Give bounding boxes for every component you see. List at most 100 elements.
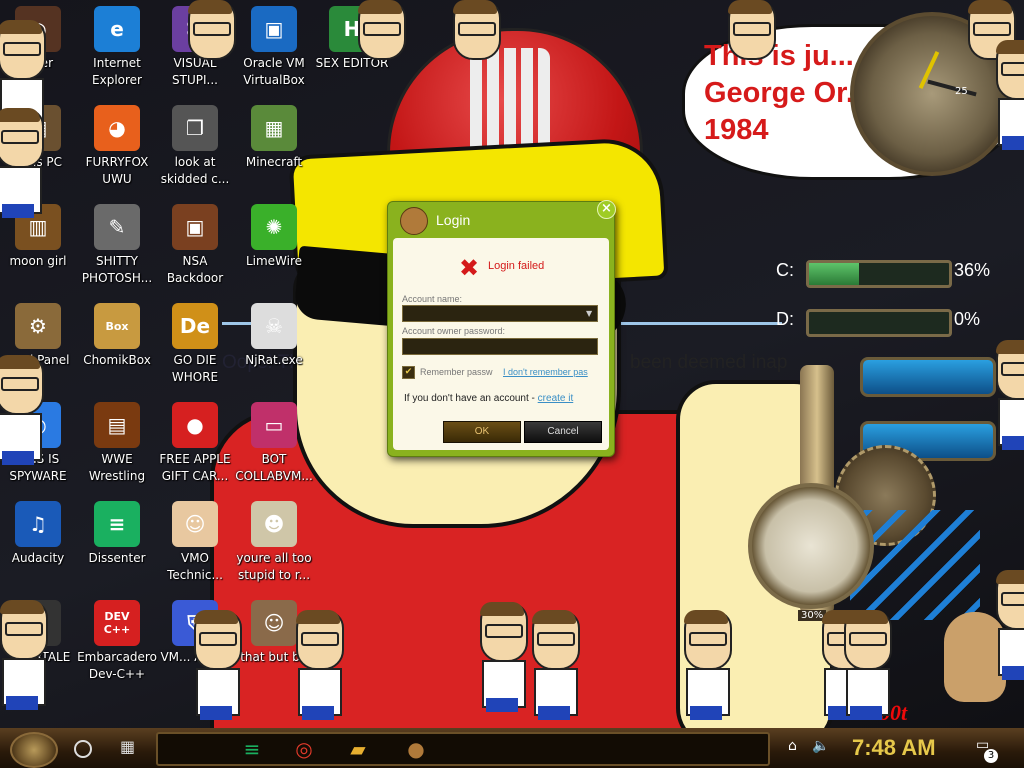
sticker-pants bbox=[690, 706, 722, 720]
sticker-hair bbox=[0, 600, 44, 614]
desktop-icon[interactable]: ☺ VMO Technic... bbox=[153, 497, 237, 589]
desktop-icon[interactable]: e Internet Explorer bbox=[75, 2, 159, 94]
sticker-hair bbox=[532, 610, 576, 624]
sticker-hair bbox=[728, 0, 772, 14]
sticker-glasses bbox=[193, 22, 231, 36]
login-body: ✖ Login failed Account name: ▼ Account o… bbox=[393, 238, 609, 450]
folder-icon[interactable]: ▰ bbox=[344, 737, 372, 761]
pipe-horizontal bbox=[860, 357, 996, 397]
hank-sticker bbox=[472, 602, 532, 712]
create-account-link[interactable]: create it bbox=[538, 393, 574, 404]
desktop-icon-label: Internet Explorer bbox=[92, 56, 142, 87]
hank-sticker bbox=[180, 0, 236, 60]
sticker-glasses bbox=[1001, 592, 1024, 606]
forgot-password-link[interactable]: I don't remember pas bbox=[503, 367, 601, 377]
desktop-icon[interactable]: ◕ FURRYFOX UWU bbox=[75, 101, 159, 193]
dissenter-icon[interactable]: ≡ bbox=[238, 737, 266, 761]
cancel-button[interactable]: Cancel bbox=[524, 421, 602, 443]
desktop-icon[interactable]: De GO DIE WHORE bbox=[153, 299, 237, 391]
sticker-pants bbox=[2, 204, 34, 218]
apple-icon: ● bbox=[172, 402, 218, 448]
chrome-icon[interactable]: ◎ bbox=[290, 737, 318, 761]
hank-sticker bbox=[186, 610, 246, 720]
desktop-icon[interactable]: ▭ BOT COLLABVM... bbox=[232, 398, 316, 490]
desktop-icon-label: moon girl bbox=[9, 254, 67, 268]
desktop-icon-label: Embarcadero Dev-C++ bbox=[77, 650, 157, 681]
desktop-icon[interactable]: ☠ NjRat.exe bbox=[232, 299, 316, 391]
desktop-icon[interactable]: DEV C++ Embarcadero Dev-C++ bbox=[75, 596, 159, 688]
login-dialog: Login × ✖ Login failed Account name: ▼ A… bbox=[387, 200, 616, 457]
sticker-pants bbox=[1002, 136, 1024, 150]
desktop-icon[interactable]: ▣ Oracle VM VirtualBox bbox=[232, 2, 316, 94]
desktop-icon[interactable]: ≡ Dissenter bbox=[75, 497, 159, 589]
hank-sticker bbox=[988, 570, 1024, 680]
portrait-icon: ☻ bbox=[251, 501, 297, 547]
desktop-icon-label: BOT COLLABVM... bbox=[235, 452, 313, 483]
sticker-glasses bbox=[301, 632, 339, 646]
volume-muted-icon[interactable]: 🔈 bbox=[812, 738, 829, 754]
desktop-icon-label: Dissenter bbox=[88, 551, 146, 565]
drive-bar-fill bbox=[809, 263, 860, 285]
desktop-icon[interactable]: ✎ SHITTY PHOTOSH... bbox=[75, 200, 159, 292]
desktop-icon[interactable]: ● FREE APPLE GIFT CAR... bbox=[153, 398, 237, 490]
taskbar-clock[interactable]: 7:48 AM bbox=[852, 735, 936, 761]
sticker-glasses bbox=[1001, 362, 1024, 376]
desktop-icon-label: FREE APPLE GIFT CAR... bbox=[159, 452, 231, 483]
desktop-icon-label: Minecraft bbox=[245, 155, 303, 169]
login-titlebar[interactable]: Login bbox=[388, 202, 614, 236]
taskbar: ▦ ≡ ◎ ▰ ● ⌂ 🔈 7:48 AM ▭ 3 bbox=[0, 728, 1024, 768]
account-name-input[interactable] bbox=[402, 305, 598, 322]
desktop-icon[interactable]: ♫ Audacity bbox=[0, 497, 80, 589]
task-view-icon[interactable]: ▦ bbox=[120, 738, 140, 756]
drive-bar-track bbox=[806, 260, 952, 288]
chevron-down-icon[interactable]: ▼ bbox=[586, 309, 592, 318]
chomikbox-icon[interactable]: ● bbox=[402, 737, 430, 761]
hank-sticker bbox=[288, 610, 348, 720]
control-panel-icon: ⚙ bbox=[15, 303, 61, 349]
close-button[interactable]: × bbox=[597, 200, 616, 219]
login-status: Login failed bbox=[488, 260, 545, 272]
notification-icon[interactable]: ▭ 3 bbox=[976, 737, 998, 763]
login-title: Login bbox=[436, 212, 471, 228]
sticker-pants bbox=[200, 706, 232, 720]
sticker-pants bbox=[302, 706, 334, 720]
nsa-icon: ▣ bbox=[172, 204, 218, 250]
desktop-icon[interactable]: ✺ LimeWire bbox=[232, 200, 316, 292]
sticker-glasses bbox=[973, 22, 1011, 36]
hank-sticker bbox=[676, 610, 736, 720]
desktop-icon[interactable]: ▤ WWE Wrestling bbox=[75, 398, 159, 490]
sticker-hair bbox=[453, 0, 497, 14]
desktop-icon-label: ChomikBox bbox=[83, 353, 151, 367]
desktop-icon[interactable]: ▣ NSA Backdoor bbox=[153, 200, 237, 292]
sticker-hair bbox=[0, 108, 40, 122]
desktop-icon-label: VISUAL STUPI... bbox=[172, 56, 218, 87]
dissenter-icon: ≡ bbox=[94, 501, 140, 547]
hank-sticker bbox=[836, 610, 896, 720]
sticker-pants bbox=[486, 698, 518, 712]
remember-checkbox[interactable]: ✔ bbox=[402, 366, 415, 379]
sticker-pants bbox=[850, 706, 882, 720]
desktop-icon-label: look at skidded c... bbox=[160, 155, 230, 186]
desktop-icon[interactable]: Box ChomikBox bbox=[75, 299, 159, 391]
sticker-pants bbox=[2, 451, 34, 465]
desktop-icon[interactable]: ❐ look at skidded c... bbox=[153, 101, 237, 193]
ok-button[interactable]: OK bbox=[443, 421, 521, 443]
search-icon[interactable] bbox=[74, 740, 92, 758]
sticker-glasses bbox=[199, 632, 237, 646]
desktop-icon[interactable]: ▦ Minecraft bbox=[232, 101, 316, 193]
skull-icon: ☠ bbox=[251, 303, 297, 349]
signup-prefix: If you don't have an account - bbox=[404, 393, 538, 404]
taskbar-apps: ≡ ◎ ▰ ● bbox=[156, 732, 770, 766]
desktop-icon[interactable]: ☻ youre all too stupid to r... bbox=[232, 497, 316, 589]
network-icon[interactable]: ⌂ bbox=[788, 738, 797, 754]
sticker-hair bbox=[844, 610, 888, 624]
sticker-glasses bbox=[3, 42, 41, 56]
start-button[interactable] bbox=[10, 732, 58, 768]
desktop-icon-label: VMO Technic... bbox=[167, 551, 223, 582]
sticker-pants bbox=[1002, 436, 1024, 450]
desktop-icon-label: FURRYFOX UWU bbox=[85, 155, 149, 186]
password-input[interactable] bbox=[402, 338, 598, 355]
sticker-glasses bbox=[1001, 62, 1024, 76]
files-icon: ❐ bbox=[172, 105, 218, 151]
desktop-icon-label: youre all too stupid to r... bbox=[236, 551, 312, 582]
